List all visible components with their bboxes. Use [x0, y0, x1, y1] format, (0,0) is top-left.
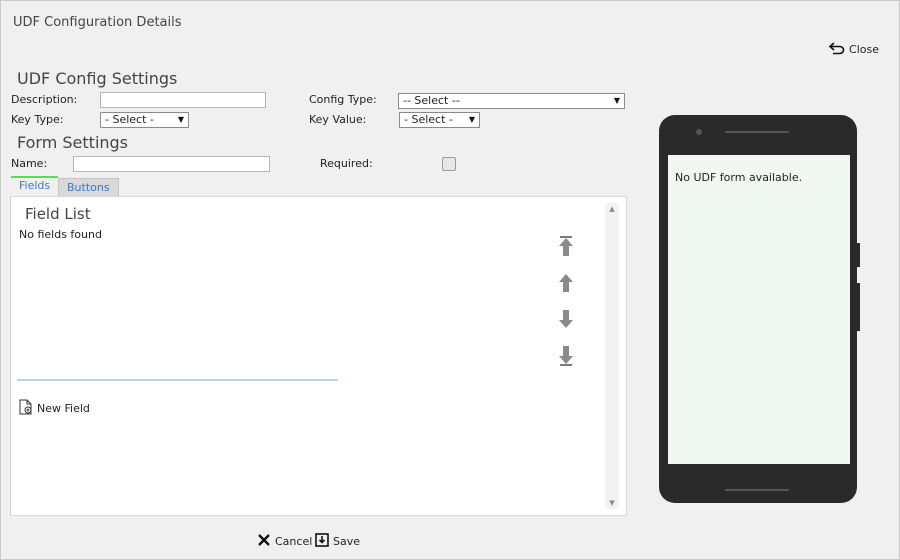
- dropdown-arrow-icon: ▼: [177, 115, 184, 124]
- undo-arrow-icon: [828, 41, 845, 58]
- move-to-top-button[interactable]: [557, 235, 575, 257]
- phone-camera: [696, 129, 702, 135]
- new-field-button[interactable]: New Field: [19, 399, 90, 418]
- no-fields-text: No fields found: [19, 228, 102, 241]
- move-top-icon: [559, 236, 573, 256]
- name-input[interactable]: [73, 156, 270, 172]
- phone-side-button: [857, 283, 860, 331]
- scroll-down-icon[interactable]: ▼: [605, 497, 619, 509]
- phone-preview: No UDF form available.: [659, 115, 860, 503]
- config-type-select[interactable]: -- Select -- ▼: [398, 93, 625, 109]
- fields-panel: Field List No fields found New Field ▲ ▼: [10, 196, 627, 516]
- move-to-bottom-button[interactable]: [557, 345, 575, 367]
- config-settings-title: UDF Config Settings: [17, 69, 178, 88]
- phone-screen: No UDF form available.: [668, 155, 850, 464]
- name-label: Name:: [11, 157, 48, 170]
- config-type-label: Config Type:: [309, 93, 377, 106]
- config-type-value: -- Select --: [403, 94, 460, 107]
- tab-fields[interactable]: Fields: [11, 176, 59, 195]
- dropdown-arrow-icon: ▼: [613, 96, 620, 105]
- key-type-value: - Select -: [105, 113, 154, 126]
- window-title: UDF Configuration Details: [13, 15, 182, 30]
- new-field-label: New Field: [37, 402, 90, 415]
- new-document-icon: [19, 399, 33, 418]
- scroll-up-icon[interactable]: ▲: [605, 203, 619, 215]
- save-button[interactable]: Save: [315, 533, 360, 550]
- key-value-value: - Select -: [404, 113, 453, 126]
- close-x-icon: [257, 533, 271, 550]
- move-up-button[interactable]: [557, 272, 575, 294]
- required-label: Required:: [320, 157, 373, 170]
- description-input[interactable]: [100, 92, 266, 108]
- close-button[interactable]: Close: [828, 41, 879, 58]
- phone-home-bar: [725, 489, 789, 491]
- field-list-title: Field List: [25, 205, 91, 223]
- move-down-button[interactable]: [557, 308, 575, 330]
- cancel-label: Cancel: [275, 535, 313, 548]
- phone-side-button: [857, 243, 860, 267]
- description-label: Description:: [11, 93, 78, 106]
- panel-scrollbar[interactable]: ▲ ▼: [605, 203, 619, 509]
- tab-buttons[interactable]: Buttons: [58, 178, 119, 196]
- preview-empty-text: No UDF form available.: [675, 171, 803, 184]
- move-bottom-icon: [559, 346, 573, 366]
- field-list-divider: [17, 379, 338, 381]
- arrow-down-icon: [559, 310, 573, 328]
- save-icon: [315, 533, 329, 550]
- key-value-label: Key Value:: [309, 113, 367, 126]
- save-label: Save: [333, 535, 361, 548]
- udf-config-dialog: UDF Configuration Details Close UDF Conf…: [0, 0, 900, 560]
- required-checkbox[interactable]: [442, 157, 456, 171]
- key-type-select[interactable]: - Select - ▼: [100, 112, 189, 128]
- arrow-up-icon: [559, 274, 573, 292]
- dropdown-arrow-icon: ▼: [468, 115, 475, 124]
- close-label: Close: [849, 43, 879, 56]
- form-settings-title: Form Settings: [17, 133, 129, 152]
- key-type-label: Key Type:: [11, 113, 64, 126]
- key-value-select[interactable]: - Select - ▼: [399, 112, 480, 128]
- cancel-button[interactable]: Cancel: [257, 533, 312, 550]
- phone-speaker: [725, 131, 789, 133]
